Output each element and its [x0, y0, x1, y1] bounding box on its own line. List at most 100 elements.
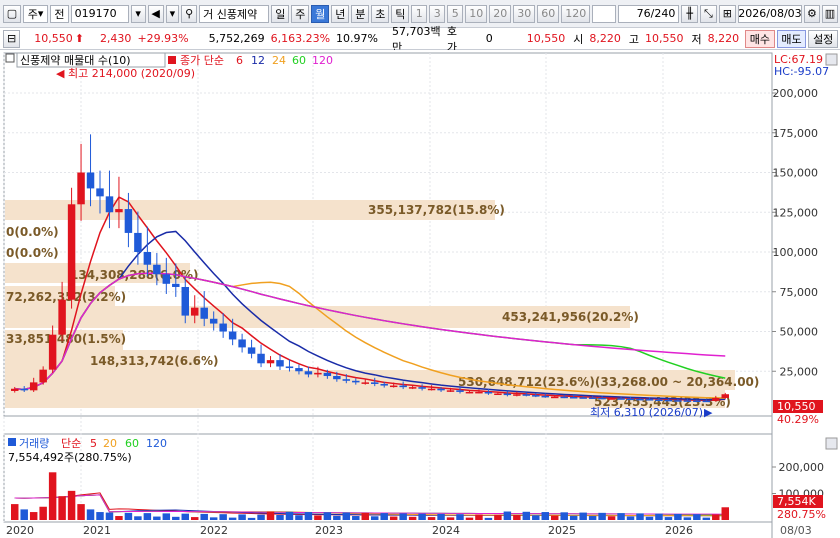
period-tab-4[interactable]: 분: [351, 4, 370, 23]
vol-ma5-label: 5: [90, 437, 97, 450]
candle-body: [683, 400, 692, 402]
volume-bar: [427, 517, 436, 520]
candle-body: [209, 318, 218, 324]
candle-body: [371, 382, 379, 384]
period-tab-1[interactable]: 주: [291, 4, 310, 23]
period-tab-0[interactable]: 일: [271, 4, 290, 23]
buy-button[interactable]: 매수: [745, 29, 775, 48]
split-icon[interactable]: ▥: [821, 4, 838, 23]
volume-bar: [683, 517, 692, 520]
vol-ma20-label: 20: [103, 437, 117, 450]
price-chart[interactable]: 355,137,782(15.8%)0(0.0%)0(0.0%)134,308,…: [0, 50, 840, 538]
volume-bar: [162, 513, 171, 520]
volume-bar: [352, 516, 360, 520]
volume-color-icon: [8, 438, 16, 446]
interval-tab-10[interactable]: 10: [465, 4, 488, 23]
crosshair-icon[interactable]: ⊞: [718, 4, 736, 23]
interval-tab-3[interactable]: 3: [429, 4, 446, 23]
volume-bar: [11, 504, 19, 520]
stock-name-field[interactable]: 거 신풍제약: [199, 4, 270, 23]
candle-body: [200, 307, 208, 319]
volume-tag-text: 7,554K: [777, 495, 816, 508]
candle-body: [456, 390, 464, 392]
ma6-label: 6: [236, 54, 243, 67]
volume-panel-icon[interactable]: [825, 437, 838, 450]
count-field[interactable]: 76/240: [617, 4, 680, 23]
settings-button[interactable]: 설정: [808, 29, 839, 48]
code-dropdown-icon[interactable]: ▾: [130, 4, 146, 23]
market-select[interactable]: 주 ▾: [23, 4, 49, 23]
gear-icon[interactable]: ⚙: [803, 4, 820, 23]
volume-bar: [607, 516, 616, 520]
volume-bar: [721, 507, 729, 520]
high-annotation: 최고 214,000 (2020/09): [68, 67, 195, 80]
period-tab-6[interactable]: 틱: [391, 4, 410, 23]
high-label: 고: [628, 32, 639, 46]
interval-tab-20[interactable]: 20: [489, 4, 512, 23]
volume-bar: [712, 514, 720, 520]
quote-expand-icon[interactable]: ⊟: [3, 29, 21, 48]
interval-tab-1[interactable]: 1: [411, 4, 428, 23]
volume-bar: [446, 517, 455, 520]
candle-body: [399, 385, 407, 388]
code-input[interactable]: 019170: [70, 4, 129, 23]
volume-label: 거래량: [19, 437, 49, 450]
profile-label: 530,648,712(23.6%)(33,268.00 ~ 20,364.00…: [458, 375, 759, 389]
period-tab-3[interactable]: 년: [331, 4, 350, 23]
volume-bar: [172, 516, 180, 520]
volume-bar: [295, 515, 303, 520]
volume-bar: [266, 511, 275, 520]
chart-type-icon[interactable]: ╫: [681, 4, 698, 23]
date-field[interactable]: 2026/08/03: [737, 4, 802, 23]
speaker-icon[interactable]: ◀: [147, 4, 164, 23]
search-icon[interactable]: ⚲: [181, 4, 198, 23]
quote-bar: ⊟ 10,550 ⬆ 2,430 +29.93% 5,752,269 6,163…: [0, 25, 840, 54]
low-label: 저: [691, 32, 702, 46]
volume-bar: [693, 514, 701, 520]
price-tag-text: 10,550: [777, 400, 816, 413]
panel-up-icon[interactable]: [825, 53, 838, 66]
period-tab-2[interactable]: 월: [311, 4, 330, 23]
candle-body: [153, 264, 161, 275]
candle-body: [77, 172, 85, 205]
speaker-dropdown-icon[interactable]: ▾: [165, 4, 180, 23]
volume-bar: [664, 517, 673, 520]
interval-input[interactable]: [592, 4, 616, 23]
volume-bar: [228, 517, 237, 520]
volume-bar: [503, 511, 512, 520]
volume-bar: [399, 513, 407, 520]
year-label: 2020: [6, 524, 34, 537]
volume-bar: [20, 509, 28, 520]
low-annotation: 최저 6,310 (2026/07): [590, 406, 703, 419]
period-tab-5[interactable]: 초: [371, 4, 390, 23]
candle-body: [105, 196, 114, 213]
interval-tab-5[interactable]: 5: [447, 4, 464, 23]
candle-body: [162, 274, 171, 284]
volume-value: 5,752,269: [208, 32, 265, 45]
profile-label: 0(0.0%): [6, 225, 59, 239]
candle-body: [693, 400, 701, 403]
candle-body: [11, 388, 19, 391]
volume-bar: [702, 517, 711, 520]
interval-tab-30[interactable]: 30: [513, 4, 536, 23]
scope-select[interactable]: 전: [50, 4, 69, 23]
volume-bar: [276, 514, 284, 520]
draw-tool-icon[interactable]: ⤡: [699, 4, 717, 23]
window-icon[interactable]: ▢: [3, 4, 21, 23]
interval-tab-120[interactable]: 120: [561, 4, 591, 23]
candle-body: [96, 188, 104, 197]
profile-label: 148,313,742(6.6%): [90, 354, 219, 368]
sell-button[interactable]: 매도: [776, 29, 807, 48]
price-tick-label: 150,000: [773, 167, 819, 180]
volume-pct: 280.75%: [777, 508, 826, 521]
volume-bar: [39, 506, 47, 520]
candle-body: [352, 380, 360, 383]
volume-bar: [541, 512, 549, 520]
open-label: 시: [573, 32, 584, 46]
year-label: 2026: [665, 524, 693, 537]
candle-body: [712, 397, 720, 401]
candle-body: [333, 376, 341, 380]
interval-tab-60[interactable]: 60: [537, 4, 560, 23]
candle-body: [342, 379, 351, 381]
volume-bar: [143, 513, 152, 520]
